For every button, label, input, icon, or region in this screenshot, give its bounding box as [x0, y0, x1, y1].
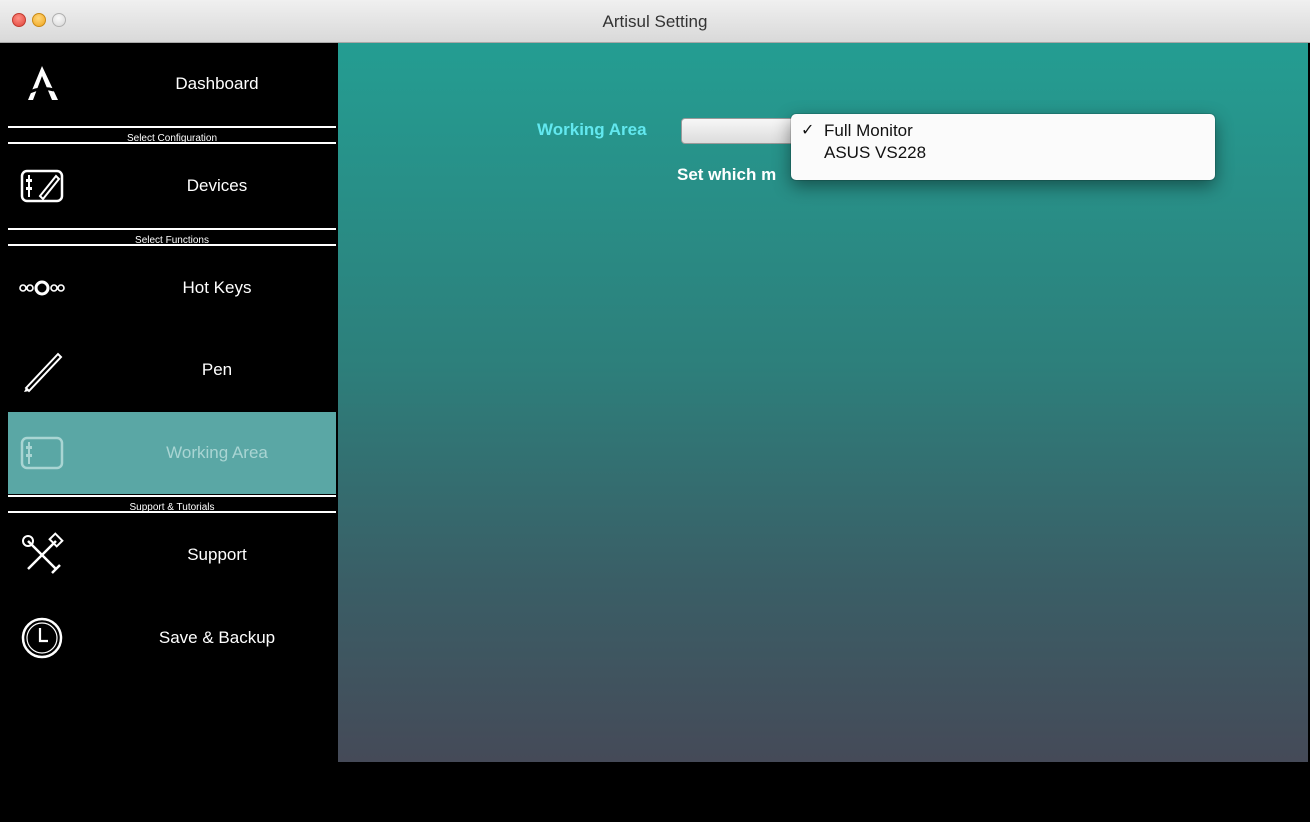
sidebar-item-save-backup[interactable]: Save & Backup — [8, 597, 336, 679]
sidebar-item-support[interactable]: Support — [8, 514, 336, 596]
checkmark-icon: ✓ — [801, 122, 815, 139]
dropdown-option-asus-vs228[interactable]: ASUS VS228 — [791, 142, 1215, 164]
sidebar-item-devices[interactable]: Devices — [8, 145, 336, 227]
sidebar-item-working-area[interactable]: Working Area — [8, 412, 336, 494]
section-divider-support: Support & Tutorials — [8, 495, 336, 513]
section-divider-configuration: Select Configuration — [8, 126, 336, 144]
pen-icon — [18, 346, 66, 394]
sidebar: Dashboard Select Configuration Devices S… — [8, 43, 336, 822]
section-label: Select Functions — [135, 235, 209, 246]
artisul-logo-icon — [18, 60, 66, 108]
tablet-icon — [18, 429, 66, 477]
sidebar-item-label: Save & Backup — [158, 628, 276, 647]
section-divider-functions: Select Functions — [8, 228, 336, 246]
sidebar-item-label: Hot Keys — [182, 278, 252, 297]
sidebar-item-hotkeys[interactable]: Hot Keys — [8, 247, 336, 329]
working-area-description: Set which m — [677, 165, 777, 184]
window-title: Artisul Setting — [602, 12, 708, 31]
sidebar-item-label: Dashboard — [175, 74, 259, 93]
sidebar-item-label: Working Area — [166, 443, 268, 462]
tablet-pen-icon — [18, 162, 66, 210]
clock-icon — [18, 614, 66, 662]
dropdown-option-label: Full Monitor — [824, 121, 913, 140]
sidebar-item-label: Devices — [186, 176, 248, 195]
sidebar-item-label: Support — [187, 545, 247, 564]
working-area-label: Working Area — [537, 120, 647, 139]
working-area-dropdown-menu: ✓ Full Monitor ASUS VS228 — [791, 114, 1215, 180]
dropdown-option-label: ASUS VS228 — [824, 143, 927, 162]
section-label: Support & Tutorials — [129, 502, 215, 513]
title-bar[interactable]: Artisul Setting — [0, 0, 1310, 43]
sidebar-item-dashboard[interactable]: Dashboard — [8, 43, 336, 125]
main-content: Working Area Set which m ✓ Full Monitor … — [338, 43, 1308, 762]
tools-icon — [18, 531, 66, 579]
section-label: Select Configuration — [126, 133, 218, 144]
sidebar-item-pen[interactable]: Pen — [8, 329, 336, 411]
dropdown-option-full-monitor[interactable]: ✓ Full Monitor — [791, 120, 1215, 142]
sidebar-item-label: Pen — [201, 360, 233, 379]
app-window: Artisul Setting Dashboard Select Configu… — [0, 0, 1310, 822]
hotkeys-icon — [18, 264, 66, 312]
